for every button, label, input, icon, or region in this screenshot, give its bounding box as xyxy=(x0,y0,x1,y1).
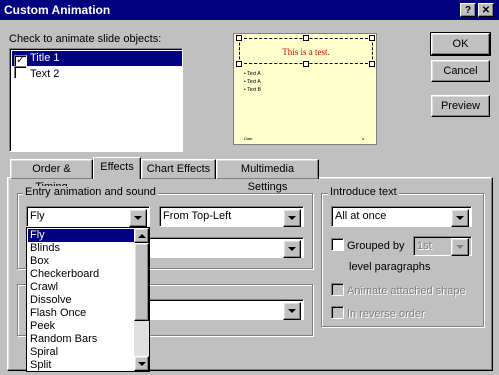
preview-footer-left: Date xyxy=(244,136,253,141)
dropdown-option[interactable]: Blinds xyxy=(28,242,138,255)
dropdown-option[interactable]: Split xyxy=(28,359,138,371)
tab-multimedia-settings[interactable]: Multimedia Settings xyxy=(216,159,319,193)
help-button[interactable]: ? xyxy=(460,3,476,17)
sound-select[interactable] xyxy=(148,237,304,258)
introduce-text-select[interactable]: All at once xyxy=(331,206,472,227)
resize-handle xyxy=(369,61,375,67)
window-title: Custom Animation xyxy=(4,3,111,17)
reverse-order-label: In reverse order xyxy=(347,308,425,320)
animate-shape-label: Animate attached shape xyxy=(347,285,466,297)
resize-handle xyxy=(236,35,242,41)
effect-select[interactable]: Fly xyxy=(26,206,150,227)
grouped-by-label: Grouped by xyxy=(347,240,405,252)
list-item-text-2[interactable]: Text 2 xyxy=(12,66,182,81)
chevron-down-icon xyxy=(456,216,464,220)
chevron-up-icon xyxy=(138,234,146,238)
introduce-text-value: All at once xyxy=(335,210,387,222)
resize-handle xyxy=(236,61,242,67)
cancel-button[interactable]: Cancel xyxy=(431,60,490,82)
grouped-level-dropdown-button[interactable] xyxy=(451,238,469,256)
reverse-order-checkbox[interactable] xyxy=(331,306,344,319)
close-icon: ✕ xyxy=(481,5,491,16)
preview-bullet: • Text A xyxy=(244,79,261,85)
reverse-order-row[interactable]: In reverse order xyxy=(331,306,425,320)
list-item-title-1[interactable]: ✓ Title 1 xyxy=(12,51,182,68)
dropdown-option[interactable]: Fly xyxy=(28,229,138,242)
sound-dropdown-button[interactable] xyxy=(283,240,301,258)
direction-select-value: From Top-Left xyxy=(163,210,232,222)
chevron-down-icon xyxy=(138,362,146,366)
grouped-by-row[interactable]: Grouped by xyxy=(331,238,404,252)
objects-list[interactable]: ✓ Title 1 Text 2 xyxy=(9,48,183,152)
resize-handle xyxy=(303,35,309,41)
direction-dropdown-button[interactable] xyxy=(283,209,301,227)
title-bar: Custom Animation xyxy=(0,0,499,20)
preview-bullets: • Text A • Text A • Text B xyxy=(244,70,261,94)
entry-animation-group-label: Entry animation and sound xyxy=(23,186,158,198)
dropdown-option[interactable]: Box xyxy=(28,255,138,268)
close-button[interactable]: ✕ xyxy=(478,3,494,17)
effect-dropdown-list[interactable]: Fly Blinds Box Checkerboard Crawl Dissol… xyxy=(26,227,150,372)
introduce-dropdown-button[interactable] xyxy=(451,209,469,227)
resize-handle xyxy=(303,61,309,67)
preview-title-text: This is a test. xyxy=(282,47,330,57)
chevron-down-icon xyxy=(134,216,142,220)
tab-chart-effects[interactable]: Chart Effects xyxy=(141,159,216,179)
scroll-up-button[interactable] xyxy=(134,228,149,243)
scroll-thumb[interactable] xyxy=(134,243,149,321)
animate-shape-row[interactable]: Animate attached shape xyxy=(331,283,466,297)
dropdown-option[interactable]: Flash Once xyxy=(28,307,138,320)
slide-preview: This is a test. • Text A • Text A • Text… xyxy=(233,33,377,145)
objects-label: Check to animate slide objects: xyxy=(9,33,162,45)
scroll-down-button[interactable] xyxy=(134,356,149,371)
after-animation-select[interactable] xyxy=(148,299,304,320)
dropdown-option[interactable]: Crawl xyxy=(28,281,138,294)
ok-button[interactable]: OK xyxy=(430,32,491,56)
grouped-by-checkbox[interactable] xyxy=(331,238,344,251)
dropdown-option[interactable]: Spiral xyxy=(28,346,138,359)
chevron-down-icon xyxy=(456,245,464,249)
chevron-down-icon xyxy=(288,309,296,313)
tab-order-timing[interactable]: Order & Timing xyxy=(10,159,93,193)
effect-dropdown-button[interactable] xyxy=(129,209,147,227)
level-paragraphs-label: level paragraphs xyxy=(349,261,431,273)
checkbox-text-2[interactable] xyxy=(14,66,27,79)
after-animation-dropdown-button[interactable] xyxy=(283,302,301,320)
dropdown-option[interactable]: Random Bars xyxy=(28,333,138,346)
preview-footer-right: # xyxy=(362,136,365,141)
direction-select[interactable]: From Top-Left xyxy=(159,206,304,227)
chevron-down-icon xyxy=(288,216,296,220)
preview-bullet: • Text B xyxy=(244,87,261,93)
preview-button[interactable]: Preview xyxy=(431,95,490,117)
dropdown-option[interactable]: Dissolve xyxy=(28,294,138,307)
resize-handle xyxy=(369,35,375,41)
tab-effects[interactable]: Effects xyxy=(93,157,141,179)
dropdown-option[interactable]: Checkerboard xyxy=(28,268,138,281)
grouped-level-select[interactable]: 1st xyxy=(413,236,472,256)
dropdown-option[interactable]: Peek xyxy=(28,320,138,333)
effect-select-value: Fly xyxy=(30,210,45,222)
animate-shape-checkbox[interactable] xyxy=(331,283,344,296)
preview-bullet: • Text A xyxy=(244,71,261,77)
dropdown-scrollbar[interactable] xyxy=(134,228,149,371)
introduce-text-group-label: Introduce text xyxy=(328,186,399,198)
chevron-down-icon xyxy=(288,247,296,251)
grouped-level-value: 1st xyxy=(417,240,432,252)
